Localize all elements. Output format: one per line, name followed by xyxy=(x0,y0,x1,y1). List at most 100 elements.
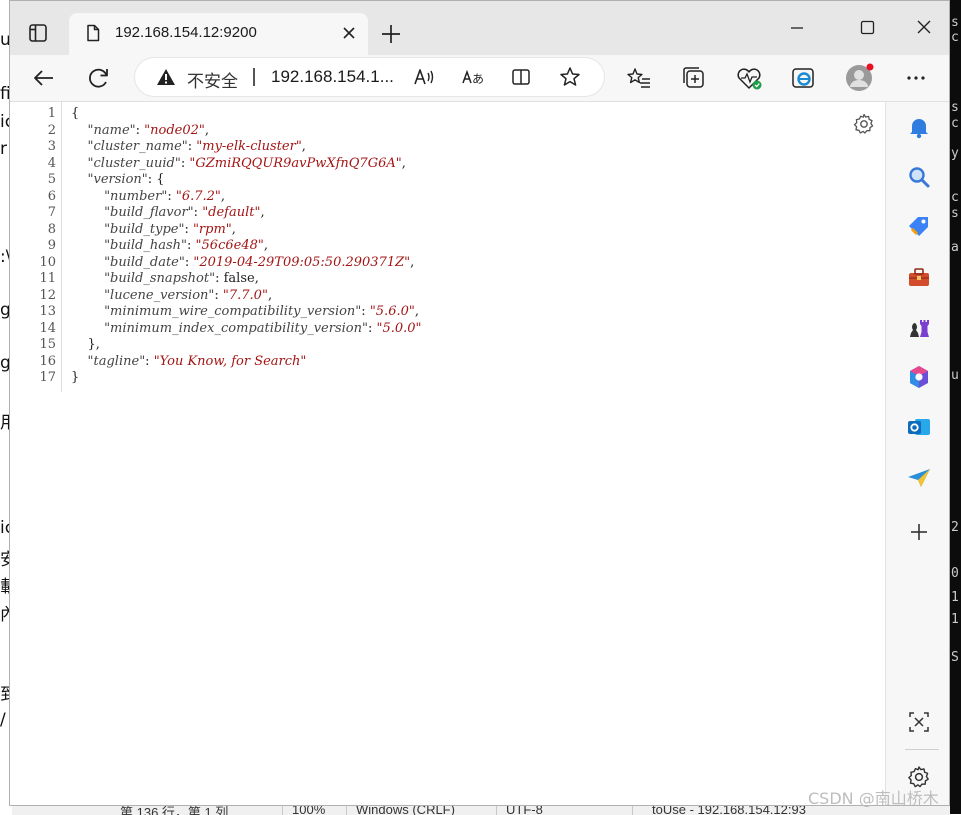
json-line: "build_date": "2019-04-29T09:05:50.29037… xyxy=(71,255,422,272)
refresh-icon[interactable] xyxy=(83,62,115,94)
terminal-text-fragment: a xyxy=(951,240,959,255)
json-line: { xyxy=(71,106,422,123)
translate-icon[interactable]: あ xyxy=(461,65,485,89)
json-key: "name" xyxy=(87,122,136,138)
json-key: "minimum_index_compatibility_version" xyxy=(104,320,368,336)
json-punctuation: { xyxy=(71,106,80,121)
json-key: "build_flavor" xyxy=(104,205,194,220)
tools-toolbox-icon[interactable] xyxy=(906,265,932,291)
json-string-value: "5.0.0" xyxy=(376,320,422,336)
json-punctuation xyxy=(71,271,104,286)
line-number: 8 xyxy=(47,221,56,237)
shopping-tag-icon[interactable] xyxy=(906,214,932,240)
close-window-icon[interactable] xyxy=(901,13,947,43)
sidebar-divider xyxy=(905,749,939,750)
drop-send-icon[interactable] xyxy=(906,465,932,491)
json-punctuation xyxy=(71,238,104,253)
profile-avatar-icon[interactable] xyxy=(843,62,875,94)
csdn-watermark: CSDN @南山桥木 xyxy=(808,789,939,808)
json-key: "number" xyxy=(104,188,168,204)
json-punctuation: , xyxy=(414,304,419,319)
json-key: "build_type" xyxy=(104,221,185,237)
json-punctuation: : xyxy=(193,205,203,220)
split-screen-icon[interactable] xyxy=(509,65,533,89)
json-line: "build_snapshot": false, xyxy=(71,271,422,288)
page-icon xyxy=(83,23,103,43)
json-punctuation xyxy=(71,156,88,171)
json-string-value: "You Know, for Search" xyxy=(153,353,307,369)
url-text[interactable]: 192.168.154.1... xyxy=(271,67,394,87)
json-line: "build_type": "rpm", xyxy=(71,222,422,239)
browser-essentials-heart-icon[interactable] xyxy=(733,62,765,94)
json-boolean-value: false xyxy=(223,271,255,286)
line-number: 3 xyxy=(47,139,56,154)
line-number: 6 xyxy=(47,188,56,204)
json-punctuation xyxy=(71,354,88,369)
json-punctuation: : xyxy=(184,221,193,237)
json-key: "tagline" xyxy=(87,353,146,369)
json-punctuation: , xyxy=(260,205,265,220)
tab-actions-menu-button[interactable] xyxy=(24,19,52,47)
json-punctuation xyxy=(71,321,104,336)
terminal-text-fragment: y xyxy=(951,146,959,161)
terminal-text-fragment: 1 xyxy=(951,590,959,605)
terminal-text-fragment: c xyxy=(951,116,959,131)
json-line: }, xyxy=(71,337,422,354)
collections-icon[interactable] xyxy=(678,62,710,94)
tab-actions-icon xyxy=(29,24,47,42)
background-terminal-window-right: scscycsau2011S xyxy=(950,0,961,814)
json-key: "cluster_uuid" xyxy=(87,155,181,171)
add-icon[interactable] xyxy=(906,519,932,545)
terminal-text-fragment: 1 xyxy=(951,612,959,627)
json-punctuation xyxy=(71,205,104,220)
navigation-toolbar: 不安全 192.168.154.1... あ xyxy=(10,55,949,102)
json-punctuation xyxy=(71,189,104,204)
more-options-icon[interactable] xyxy=(900,62,932,94)
favorites-list-icon[interactable] xyxy=(623,62,655,94)
active-tab[interactable]: 192.168.154.12:9200 xyxy=(69,13,368,55)
minimize-icon[interactable] xyxy=(774,13,820,43)
json-string-value: "2019-04-29T09:05:50.290371Z" xyxy=(193,254,411,270)
not-secure-warning-icon[interactable] xyxy=(156,67,176,87)
tab-close-icon[interactable] xyxy=(340,24,358,42)
json-punctuation xyxy=(71,123,88,138)
terminal-text-fragment: 2 xyxy=(951,520,959,535)
new-tab-plus-icon[interactable] xyxy=(377,20,405,48)
line-number: 15 xyxy=(39,337,56,352)
json-punctuation: : xyxy=(187,238,196,253)
json-punctuation: : xyxy=(167,188,176,204)
favorite-star-icon[interactable] xyxy=(558,65,582,89)
json-key: "build_snapshot" xyxy=(104,271,216,286)
notifications-bell-icon[interactable] xyxy=(906,114,932,140)
outlook-icon[interactable] xyxy=(906,414,932,440)
json-line: "cluster_name": "my-elk-cluster", xyxy=(71,139,422,156)
edge-sidebar xyxy=(885,102,949,805)
json-punctuation: , xyxy=(254,271,259,286)
maximize-icon[interactable] xyxy=(844,13,890,43)
json-punctuation xyxy=(71,255,104,270)
line-number: 2 xyxy=(47,122,56,138)
line-number: 12 xyxy=(39,287,56,303)
screenshot-capture-icon[interactable] xyxy=(906,709,932,735)
json-string-value: "node02" xyxy=(144,122,205,138)
not-secure-label[interactable]: 不安全 xyxy=(187,67,238,92)
back-arrow-icon[interactable] xyxy=(28,62,60,94)
json-punctuation: , xyxy=(263,238,268,253)
internet-explorer-mode-icon[interactable] xyxy=(787,62,819,94)
line-number: 13 xyxy=(39,304,56,319)
search-icon[interactable] xyxy=(906,164,932,190)
json-string-value: "6.7.2" xyxy=(175,188,221,204)
address-bar[interactable]: 不安全 192.168.154.1... あ xyxy=(135,58,604,96)
json-line: "number": "6.7.2", xyxy=(71,189,422,206)
read-aloud-icon[interactable] xyxy=(412,65,436,89)
json-punctuation: : xyxy=(367,320,377,336)
json-viewer-settings-gear-icon[interactable] xyxy=(852,112,876,136)
address-divider xyxy=(253,68,255,86)
games-chess-icon[interactable] xyxy=(906,315,932,341)
microsoft-365-icon[interactable] xyxy=(906,364,932,390)
json-punctuation: }, xyxy=(71,337,100,352)
line-number: 9 xyxy=(47,238,56,253)
json-string-value: "GZmiRQQUR9avPwXfnQ7G6A" xyxy=(189,155,402,171)
json-punctuation xyxy=(71,304,104,319)
svg-text:あ: あ xyxy=(472,72,484,86)
